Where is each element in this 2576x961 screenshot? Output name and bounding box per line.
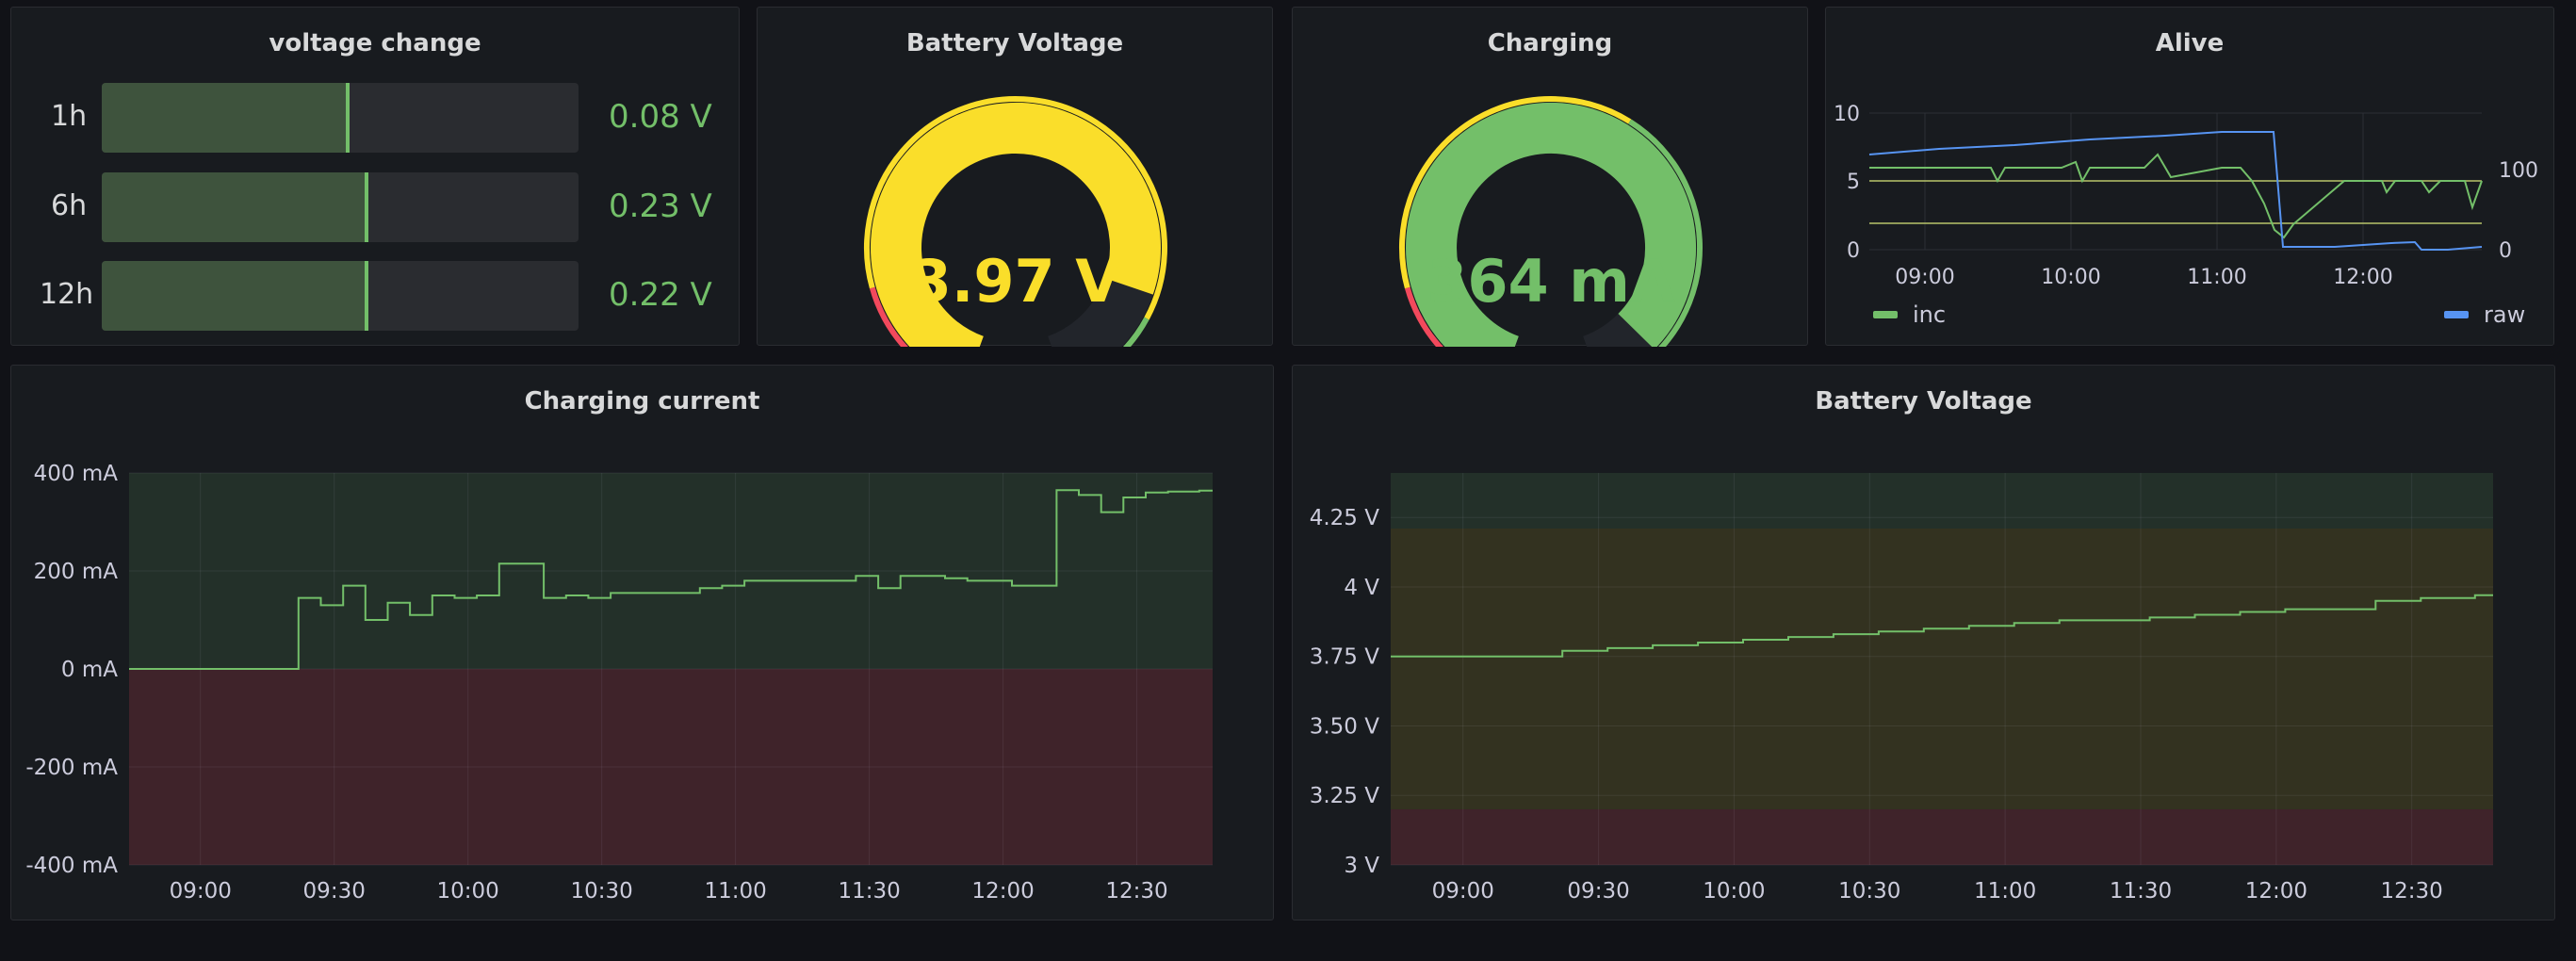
alive-y-tick: 10 (1834, 103, 1860, 126)
charging-current-x-tick: 10:30 (570, 879, 632, 904)
alive-y2-tick: 0 (2499, 239, 2512, 263)
battery-voltage-x-tick: 10:00 (1703, 879, 1765, 904)
alive-y-tick: 5 (1847, 171, 1860, 194)
battery-voltage-x-tick: 10:30 (1838, 879, 1900, 904)
alive-legend-raw: raw (2484, 301, 2525, 328)
battery-voltage-x-tick: 11:00 (1974, 879, 2036, 904)
battery-voltage-threshold-band (1391, 808, 2493, 865)
battery-voltage-y-tick: 3.75 V (1310, 645, 1380, 670)
bar-label-6h: 6h (51, 189, 88, 222)
battery-voltage-y-tick: 4.25 V (1310, 506, 1380, 530)
battery-voltage-y-tick: 3.25 V (1310, 784, 1380, 808)
alive-chart: 10 5 0 100 0 09:00 10:00 11:00 12:00 inc raw (1834, 103, 2538, 328)
alive-y-tick: 0 (1847, 239, 1860, 263)
alive-legend-swatch-inc (1873, 311, 1898, 318)
battery-voltage-panel: Battery Voltage 4.25 V4 V 3.75 V 3.50 V 3.2… (1292, 365, 2555, 920)
charging-current-x-tick: 10:00 (437, 879, 499, 904)
bar-fill-1h (102, 83, 351, 153)
bar-value-6h: 0.23 V (609, 187, 712, 225)
charging-current-y-tick: -200 mA (25, 756, 118, 780)
alive-legend-swatch-raw (2444, 311, 2469, 318)
alive-x-tick: 10:00 (2041, 266, 2100, 289)
panel-title[interactable]: voltage change (11, 28, 739, 58)
alive-series-raw (1868, 131, 2483, 251)
charging-current-chart: 400 mA 200 mA 0 mA -200 mA -400 mA 09:00 09:30… (25, 462, 1213, 904)
charging-current-panel: Charging current 400 mA 200 mA 0 mA -200 mA… (10, 365, 1274, 920)
charging-current-x-tick: 09:30 (303, 879, 366, 904)
battery-voltage-y-tick: 3.50 V (1310, 714, 1380, 739)
charging-current-x-tick: 12:00 (971, 879, 1034, 904)
bar-gauge-1h (102, 83, 579, 153)
alive-x-tick: 12:00 (2333, 266, 2392, 289)
battery-voltage-x-tick: 09:00 (1432, 879, 1494, 904)
battery-voltage-x-tick: 12:30 (2381, 879, 2443, 904)
battery-voltage-chart: 4.25 V 4 V 3.75 V 3.50 V 3.25 V 3 V 09:00 09:30… (1310, 473, 2493, 904)
battery-gauge-value: 3.97 V (911, 247, 1121, 316)
bar-fill-6h (102, 172, 369, 242)
battery-voltage-x-tick: 12:00 (2245, 879, 2307, 904)
charging-gauge: 364 mA (1398, 96, 1703, 347)
charging-current-y-tick: 200 mA (34, 560, 119, 584)
charging-current-y-tick: -400 mA (25, 854, 118, 878)
alive-x-tick: 09:00 (1895, 266, 1954, 289)
alive-y2-tick: 100 (2499, 159, 2538, 183)
alive-panel: Alive 10 5 0 100 0 09:00 10:00 11:00 12:00 inc raw (1825, 7, 2554, 346)
battery-voltage-x-tick: 09:30 (1567, 879, 1629, 904)
bar-value-1h: 0.08 V (609, 98, 712, 136)
bar-value-12h: 0.22 V (609, 276, 712, 314)
alive-series-inc (1869, 153, 2483, 239)
charging-current-x-tick: 11:00 (704, 879, 766, 904)
bar-fill-12h (102, 261, 369, 331)
alive-x-tick: 11:00 (2187, 266, 2246, 289)
charging-current-y-tick: 0 mA (61, 658, 118, 682)
bar-gauge-6h (102, 172, 579, 242)
battery-voltage-gauge-panel: Battery Voltage 3.97 V (757, 7, 1273, 347)
charging-current-x-tick: 12:30 (1105, 879, 1167, 904)
battery-voltage-y-tick: 4 V (1344, 576, 1379, 600)
charging-gauge-value: 364 mA (1427, 247, 1675, 316)
charging-current-y-tick: 400 mA (34, 462, 119, 486)
bar-label-1h: 1h (51, 100, 88, 133)
battery-voltage-threshold-band (1391, 473, 2493, 529)
charging-current-x-tick: 11:30 (838, 879, 900, 904)
charging-gauge-panel: Charging 364 mA (1292, 7, 1808, 347)
voltage-change-panel: voltage change 1h 0.08 V 6h 0.23 V 12h 0.22 V (10, 7, 740, 346)
battery-voltage-threshold-band (1391, 529, 2493, 809)
alive-legend-inc: inc (1913, 301, 1946, 328)
charging-current-x-tick: 09:00 (170, 879, 232, 904)
battery-voltage-gauge: 3.97 V (863, 96, 1167, 347)
bar-gauge-12h (102, 261, 579, 331)
bar-label-12h: 12h (40, 278, 94, 311)
battery-voltage-x-tick: 11:30 (2110, 879, 2172, 904)
battery-voltage-y-tick: 3 V (1344, 854, 1379, 878)
